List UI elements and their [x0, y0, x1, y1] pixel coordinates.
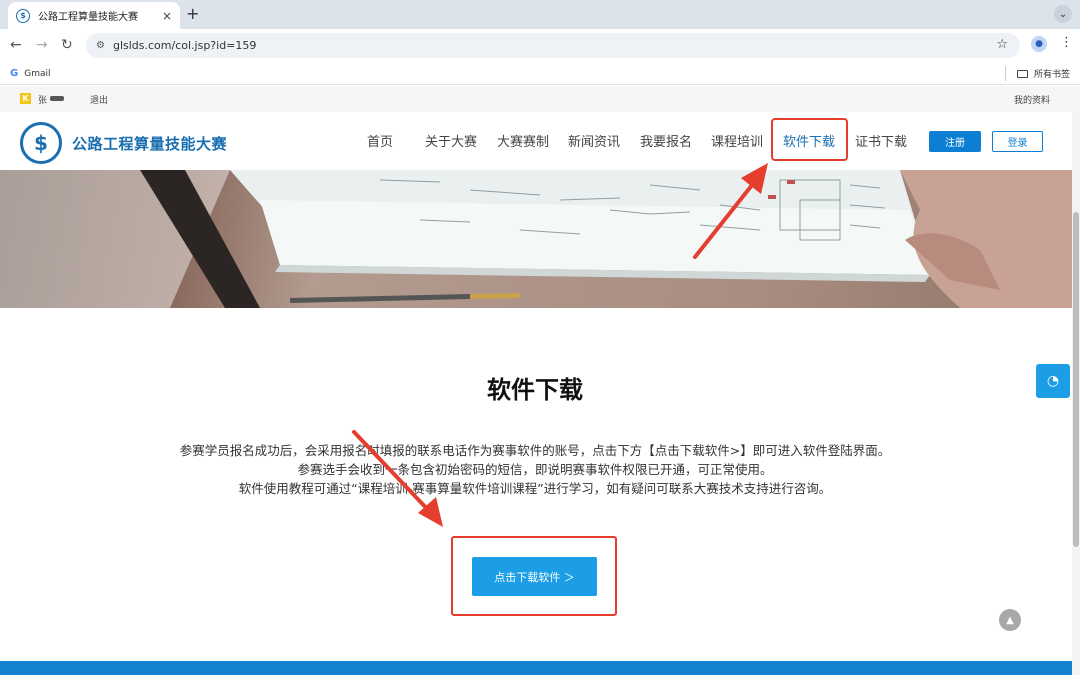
all-bookmarks[interactable]: 所有书签 — [1016, 67, 1070, 80]
google-g-icon: G — [10, 68, 19, 79]
all-bookmarks-label: 所有书签 — [1033, 70, 1070, 80]
site-user-bar: K 张 退出 我的资料 — [0, 86, 1080, 112]
banner-image — [0, 170, 1080, 308]
download-software-button[interactable]: 点击下载软件 ＞ — [472, 557, 597, 596]
back-to-top-icon[interactable]: ▲ — [999, 609, 1021, 631]
nav-about[interactable]: 关于大赛 — [425, 131, 477, 150]
description-line-1: 参赛学员报名成功后，会采用报名时填报的联系电话作为赛事软件的账号，点击下方【点击… — [179, 443, 891, 458]
user-name: 张 — [38, 96, 48, 106]
footer-strip — [0, 661, 1072, 675]
bookmarks-divider — [1005, 66, 1006, 81]
browser-tabstrip: $ 公路工程算量技能大赛 × + ⌄ — [0, 0, 1080, 29]
bookmark-gmail[interactable]: G Gmail — [10, 68, 50, 79]
new-tab-button[interactable]: + — [186, 4, 199, 23]
profile-icon[interactable]: ● — [1031, 36, 1047, 52]
page-title: 软件下载 — [487, 376, 583, 404]
scrollbar-thumb[interactable] — [1073, 212, 1079, 547]
nav-training[interactable]: 课程培训 — [711, 131, 763, 150]
close-tab-icon[interactable]: × — [162, 9, 172, 23]
description-line-3: 软件使用教程可通过“课程培训-赛事算量软件培训课程”进行学习，如有疑问可联系大赛… — [238, 481, 832, 496]
more-menu-icon[interactable]: ⋮ — [1060, 35, 1073, 50]
site-favicon-icon: $ — [16, 8, 30, 23]
reload-icon[interactable]: ↻ — [61, 37, 73, 53]
nav-news[interactable]: 新闻资讯 — [568, 131, 620, 150]
folder-icon — [1016, 69, 1028, 78]
address-bar[interactable]: ⚙ glslds.com/col.jsp?id=159 ☆ — [86, 33, 1020, 58]
nav-home[interactable]: 首页 — [367, 131, 393, 150]
banner-illustration — [0, 170, 1080, 308]
redacted-name — [50, 96, 64, 101]
bookmark-gmail-label: Gmail — [24, 68, 51, 79]
site-logo-icon[interactable]: $ — [20, 122, 62, 164]
site-brand[interactable]: 公路工程算量技能大赛 — [72, 133, 227, 154]
bookmark-star-icon[interactable]: ☆ — [996, 37, 1008, 52]
register-button[interactable]: 注册 — [929, 131, 981, 152]
description-line-2: 参赛选手会收到一条包含初始密码的短信，即说明赛事软件权限已开通，可正常使用。 — [297, 462, 773, 477]
tab-title: 公路工程算量技能大赛 — [38, 12, 138, 23]
login-button[interactable]: 登录 — [992, 131, 1043, 152]
url-text: glslds.com/col.jsp?id=159 — [112, 39, 257, 52]
user-avatar-icon: K — [20, 93, 31, 104]
site-header: $ 公路工程算量技能大赛 首页 关于大赛 大赛赛制 新闻资讯 我要报名 课程培训… — [0, 112, 1080, 170]
browser-tab[interactable]: $ 公路工程算量技能大赛 × — [8, 2, 180, 29]
qq-support-icon[interactable]: ◔ — [1036, 364, 1070, 398]
chevron-down-icon[interactable]: ⌄ — [1054, 5, 1072, 23]
browser-toolbar: ← → ↻ ⚙ glslds.com/col.jsp?id=159 ☆ — [0, 29, 1080, 62]
my-info-link[interactable]: 我的资料 — [1014, 93, 1050, 106]
site-settings-icon[interactable]: ⚙ — [96, 40, 105, 51]
forward-arrow-icon[interactable]: → — [36, 37, 48, 53]
logout-link[interactable]: 退出 — [90, 93, 108, 106]
highlight-box-nav — [771, 118, 848, 161]
nav-signup[interactable]: 我要报名 — [640, 131, 692, 150]
page-scrollbar[interactable] — [1072, 112, 1080, 675]
back-arrow-icon[interactable]: ← — [10, 37, 22, 53]
nav-certificate[interactable]: 证书下载 — [855, 131, 907, 150]
nav-rules[interactable]: 大赛赛制 — [497, 131, 549, 150]
bookmarks-bar: G Gmail 所有书签 — [0, 62, 1080, 85]
